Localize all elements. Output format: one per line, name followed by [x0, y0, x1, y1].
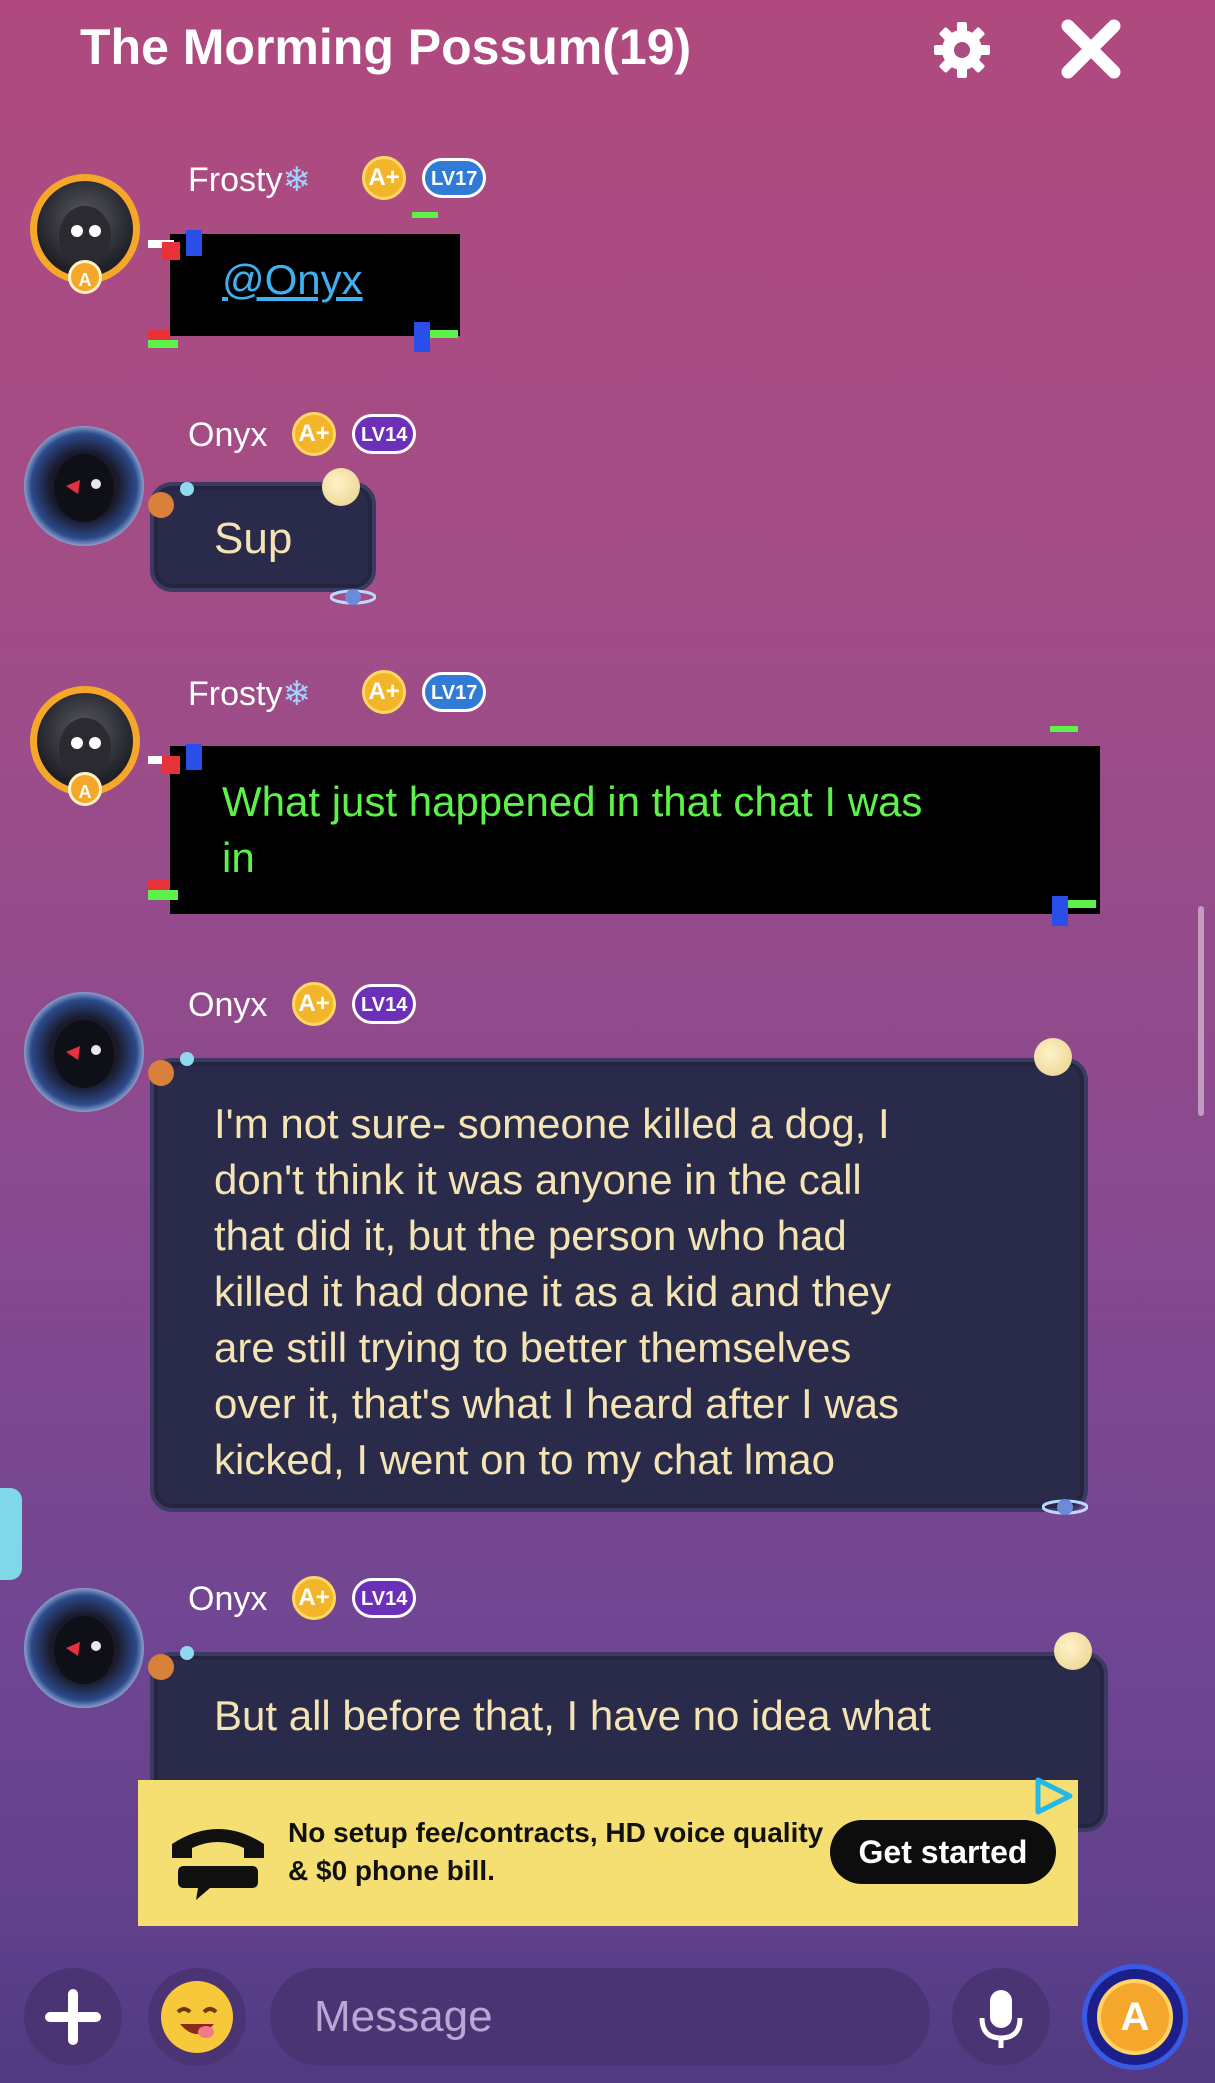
moon-icon [1034, 1038, 1072, 1076]
message-bubble[interactable]: I'm not sure- someone killed a dog, I do… [150, 1058, 1088, 1512]
a-plus-badge: A+ [292, 982, 336, 1026]
snowflake-icon: ❄ [282, 161, 311, 199]
star-icon [180, 482, 194, 496]
message-onyx-1: Onyx A+ LV14 Sup [0, 412, 1215, 626]
level-badge: LV17 [422, 672, 487, 712]
close-icon[interactable] [1058, 16, 1124, 82]
message-onyx-3: Onyx A+ LV14 But all before that, I have… [0, 1576, 1215, 1832]
planet-icon [148, 1654, 174, 1680]
mention-link[interactable]: @Onyx [222, 256, 363, 304]
saturn-icon [330, 589, 376, 605]
moon-icon [322, 468, 360, 506]
side-drawer-handle[interactable] [0, 1488, 22, 1580]
message-bubble[interactable]: What just happened in that chat I was in [178, 746, 1092, 914]
avatar-badge: A [68, 260, 102, 294]
ad-text: No setup fee/contracts, HD voice quality… [288, 1817, 824, 1886]
message-text: Sup [214, 514, 293, 563]
emoji-icon[interactable] [148, 1968, 246, 2066]
message-text: What just happened in that chat I was in [222, 778, 923, 881]
message-frosty-1: A Frosty❄ A+ LV17 @Onyx [0, 156, 1215, 370]
level-badge: LV14 [352, 1578, 417, 1618]
chat-title: The Morming Possum(19) [80, 19, 692, 75]
snowflake-icon: ❄ [282, 675, 311, 713]
message-composer: Message A [0, 1952, 1215, 2083]
level-badge: LV14 [352, 984, 417, 1024]
level-badge: LV17 [422, 158, 487, 198]
level-badge: LV14 [352, 414, 417, 454]
message-input[interactable]: Message [270, 1968, 930, 2066]
plus-icon[interactable] [24, 1968, 122, 2066]
a-plus-badge: A+ [362, 156, 406, 200]
author-name: Onyx [188, 416, 268, 454]
message-text: But all before that, I have no idea what [214, 1692, 931, 1739]
star-icon [180, 1646, 194, 1660]
moon-icon [1054, 1632, 1092, 1670]
scrollbar[interactable] [1198, 906, 1204, 1116]
amino-coin-icon[interactable]: A [1082, 1964, 1188, 2070]
avatar[interactable] [24, 992, 144, 1112]
author-name: Onyx [188, 986, 268, 1024]
coin-label: A [1097, 1979, 1173, 2055]
author-name: Frosty [188, 161, 283, 199]
a-plus-badge: A+ [362, 670, 406, 714]
message-bubble[interactable]: @Onyx [178, 234, 452, 336]
phone-logo-icon [172, 1829, 264, 1900]
message-text: I'm not sure- someone killed a dog, I do… [214, 1100, 900, 1483]
ad-banner[interactable]: No setup fee/contracts, HD voice quality… [138, 1777, 1078, 1926]
message-frosty-2: A Frosty❄ A+ LV17 What just happened in … [0, 670, 1215, 944]
get-started-button[interactable]: Get started [830, 1820, 1056, 1884]
planet-icon [148, 492, 174, 518]
a-plus-badge: A+ [292, 412, 336, 456]
microphone-icon[interactable] [952, 1968, 1050, 2066]
saturn-icon [1042, 1499, 1088, 1515]
avatar[interactable] [24, 426, 144, 546]
a-plus-badge: A+ [292, 1576, 336, 1620]
star-icon [180, 1052, 194, 1066]
avatar-badge: A [68, 772, 102, 806]
ad-choices-icon[interactable] [1030, 1774, 1078, 1818]
planet-icon [148, 1060, 174, 1086]
gear-icon[interactable] [930, 18, 994, 82]
avatar[interactable] [24, 1588, 144, 1708]
author-name: Onyx [188, 1580, 268, 1618]
chat-header: The Morming Possum(19) [0, 0, 1215, 110]
message-onyx-2: Onyx A+ LV14 I'm not sure- someone kille… [0, 982, 1215, 1526]
author-name: Frosty [188, 675, 283, 713]
